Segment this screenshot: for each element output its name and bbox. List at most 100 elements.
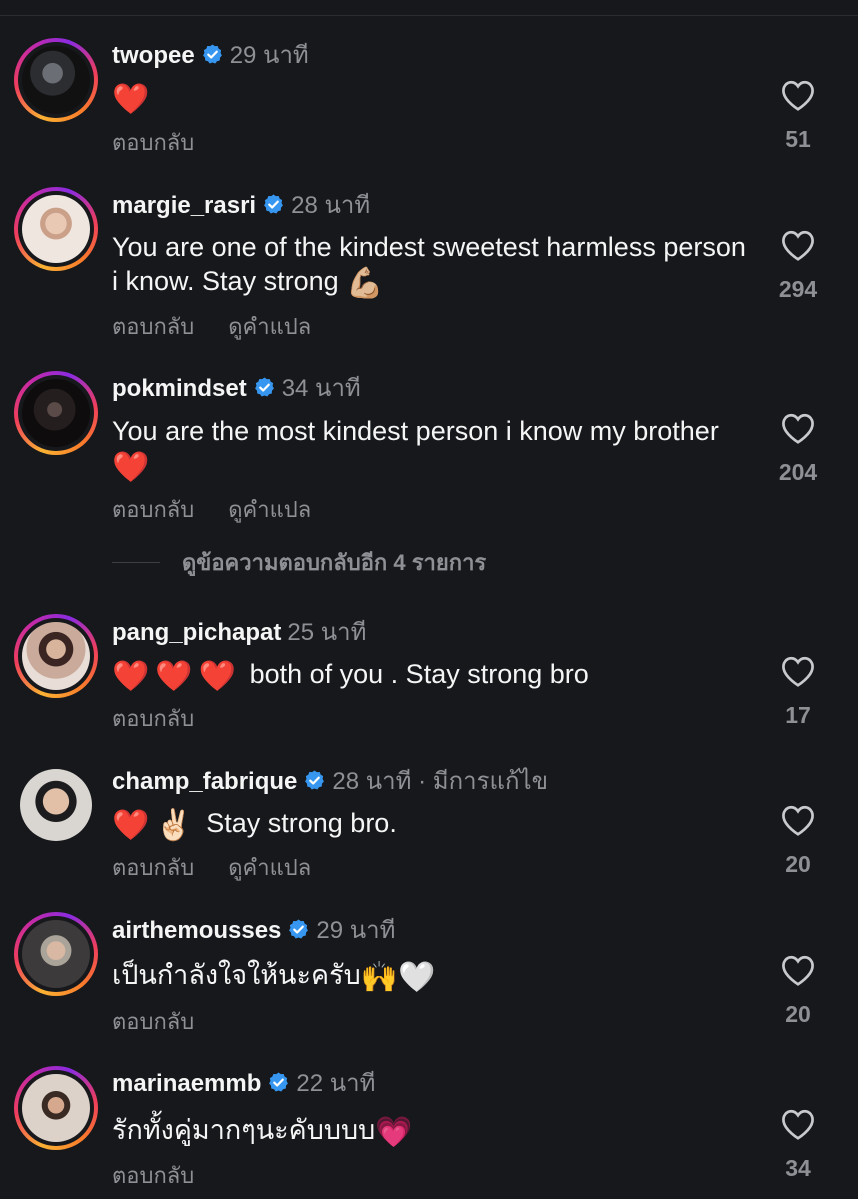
- reply-button[interactable]: ตอบกลับ: [112, 706, 194, 731]
- like-control: 17: [770, 654, 826, 729]
- heart-outline-icon[interactable]: [780, 654, 816, 688]
- like-control: 20: [770, 803, 826, 878]
- heart-victory-emoji: ❤️✌🏻: [112, 808, 199, 843]
- reply-button[interactable]: ตอบกลับ: [112, 497, 194, 522]
- comment-body: You are one of the kindest sweetest harm…: [112, 232, 746, 296]
- username-link[interactable]: champ_fabrique: [112, 768, 297, 795]
- comment-time: 29 นาที: [316, 917, 396, 944]
- comment-text: รักทั้งคู่มากๆนะคับบบบ💗: [112, 1113, 752, 1148]
- comment-text: เป็นกำลังใจให้นะครับ🙌🤍: [112, 958, 752, 993]
- profile-photo: [22, 195, 90, 263]
- verified-badge-icon: [201, 43, 224, 73]
- reply-button[interactable]: ตอบกลับ: [112, 314, 194, 339]
- verified-badge-icon: [287, 918, 310, 948]
- comment-actions: ตอบกลับ: [112, 1163, 194, 1189]
- view-more-replies-label: ดูข้อความตอบกลับอีก 4 รายการ: [182, 550, 487, 575]
- username-link[interactable]: airthemousses: [112, 917, 281, 944]
- comment-actions: ตอบกลับ: [112, 706, 194, 732]
- comment-time: 22 นาที: [296, 1070, 376, 1097]
- heart-outline-icon[interactable]: [780, 228, 816, 262]
- verified-badge-icon: [262, 193, 285, 223]
- comment-time: 34 นาที: [281, 375, 361, 402]
- see-translation-button[interactable]: ดูคำแปล: [228, 497, 311, 522]
- username-link[interactable]: marinaemmb: [112, 1070, 261, 1097]
- comment-text: ❤️: [112, 80, 752, 115]
- comment-body: both of you . Stay strong bro: [249, 659, 589, 689]
- like-count: 204: [778, 459, 818, 485]
- comment-body: เป็นกำลังใจให้นะครับ: [112, 960, 361, 990]
- comment-actions: ตอบกลับ: [112, 130, 194, 156]
- username-link[interactable]: twopee: [112, 42, 195, 69]
- like-count: 294: [778, 276, 818, 302]
- avatar[interactable]: [14, 912, 98, 996]
- verified-badge-icon: [303, 769, 326, 799]
- username-link[interactable]: pang_pichapat: [112, 619, 281, 646]
- like-control: 294: [770, 228, 826, 303]
- comment-header: marinaemmb 22 นาที: [112, 1070, 375, 1101]
- reply-button[interactable]: ตอบกลับ: [112, 130, 194, 155]
- comment-time: 29 นาที: [229, 42, 309, 69]
- comment-text: You are one of the kindest sweetest harm…: [112, 230, 752, 299]
- reply-button[interactable]: ตอบกลับ: [112, 1163, 194, 1188]
- comment-header: twopee 29 นาที: [112, 42, 309, 73]
- comment-header: airthemousses 29 นาที: [112, 917, 395, 948]
- username-link[interactable]: pokmindset: [112, 375, 247, 402]
- profile-photo: [22, 920, 90, 988]
- sparkling-heart-emoji: 💗: [375, 1115, 413, 1150]
- username-link[interactable]: margie_rasri: [112, 192, 256, 219]
- reply-thread-line: [112, 562, 160, 563]
- like-count: 20: [785, 1001, 811, 1027]
- comment-body: You are the most kindest person i know m…: [112, 416, 719, 446]
- profile-photo: [22, 379, 90, 447]
- hearts-emoji: ❤️❤️❤️: [112, 659, 243, 694]
- heart-outline-icon[interactable]: [780, 803, 816, 837]
- comment-actions: ตอบกลับ ดูคำแปล: [112, 497, 311, 523]
- like-control: 51: [770, 78, 826, 153]
- comment-header: margie_rasri 28 นาที: [112, 192, 370, 223]
- comment-header: pokmindset 34 นาที: [112, 375, 361, 406]
- comment-text: ❤️✌🏻 Stay strong bro.: [112, 806, 752, 841]
- profile-photo: [22, 622, 90, 690]
- verified-badge-icon: [253, 376, 276, 406]
- profile-photo: [22, 1074, 90, 1142]
- heart-outline-icon[interactable]: [780, 953, 816, 987]
- like-control: 20: [770, 953, 826, 1028]
- raised-hands-emoji: 🙌🤍: [360, 960, 436, 995]
- like-count: 51: [785, 126, 811, 152]
- comment-header: champ_fabrique 28 นาที · มีการแก้ไข: [112, 768, 548, 799]
- heart-outline-icon[interactable]: [780, 411, 816, 445]
- comment-body: รักทั้งคู่มากๆนะคับบบบ: [112, 1115, 376, 1145]
- heart-emoji: ❤️: [112, 450, 150, 485]
- comment-text: You are the most kindest person i know m…: [112, 414, 752, 483]
- avatar[interactable]: [14, 187, 98, 271]
- like-control: 34: [770, 1107, 826, 1182]
- comment-actions: ตอบกลับ ดูคำแปล: [112, 855, 311, 881]
- heart-outline-icon[interactable]: [780, 78, 816, 112]
- reply-button[interactable]: ตอบกลับ: [112, 1009, 194, 1034]
- reply-button[interactable]: ตอบกลับ: [112, 855, 194, 880]
- like-control: 204: [770, 411, 826, 486]
- comment-body: Stay strong bro.: [206, 808, 397, 838]
- heart-emoji: ❤️: [112, 82, 150, 117]
- comment-text: ❤️❤️❤️ both of you . Stay strong bro: [112, 657, 752, 692]
- see-translation-button[interactable]: ดูคำแปล: [228, 314, 311, 339]
- comment-header: pang_pichapat 25 นาที: [112, 619, 366, 647]
- like-count: 34: [785, 1155, 811, 1181]
- avatar[interactable]: [14, 38, 98, 122]
- comment-time: 25 นาที: [287, 619, 367, 646]
- flexed-biceps-emoji: 💪🏼: [346, 266, 384, 301]
- comments-list: twopee 29 นาที ❤️ ตอบกลับ 51 margie_rasri…: [0, 0, 858, 1199]
- avatar[interactable]: [14, 763, 98, 847]
- heart-outline-icon[interactable]: [780, 1107, 816, 1141]
- see-translation-button[interactable]: ดูคำแปล: [228, 855, 311, 880]
- avatar[interactable]: [14, 371, 98, 455]
- avatar[interactable]: [14, 1066, 98, 1150]
- profile-photo: [20, 769, 92, 841]
- avatar[interactable]: [14, 614, 98, 698]
- verified-badge-icon: [267, 1071, 290, 1101]
- comment-actions: ตอบกลับ ดูคำแปล: [112, 314, 311, 340]
- comment-time: 28 นาที · มีการแก้ไข: [332, 768, 548, 795]
- like-count: 20: [785, 851, 811, 877]
- view-more-replies-button[interactable]: ดูข้อความตอบกลับอีก 4 รายการ: [112, 549, 486, 577]
- like-count: 17: [785, 702, 811, 728]
